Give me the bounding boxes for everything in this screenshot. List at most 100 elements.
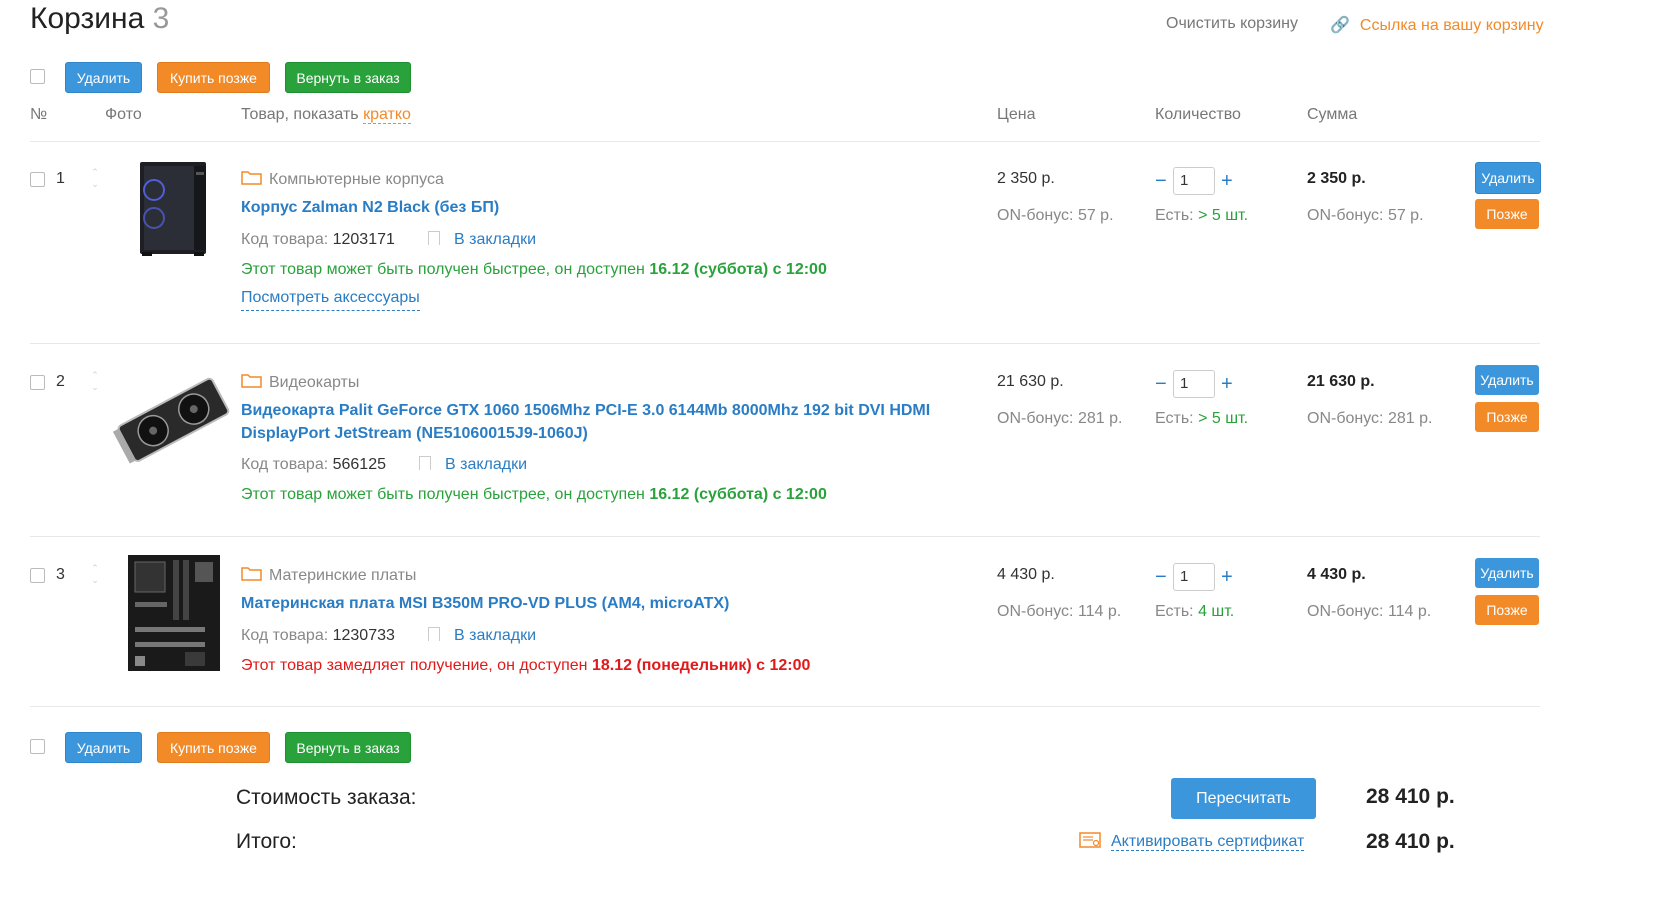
- row-delete-button[interactable]: Удалить: [1475, 365, 1539, 395]
- availability-note: Этот товар может быть получен быстрее, о…: [241, 486, 827, 504]
- share-cart-link[interactable]: 🔗 Ссылка на вашу корзину: [1330, 15, 1544, 35]
- folder-icon: [241, 567, 262, 581]
- col-header-item: Товар, показать кратко: [241, 106, 411, 124]
- row-delete-button[interactable]: Удалить: [1475, 558, 1539, 588]
- item-bonus: ON-бонус: 114 р.: [997, 603, 1122, 620]
- code-label: Код товара:: [241, 627, 329, 644]
- sort-arrows-icon[interactable]: ⌃ ⌄: [90, 166, 100, 190]
- graphics-card-image: [112, 377, 230, 464]
- product-photo-motherboard[interactable]: [125, 552, 223, 674]
- delete-selected-button-bottom[interactable]: Удалить: [65, 732, 142, 763]
- item-sum: 4 430 р.: [1307, 566, 1366, 583]
- row-number: 2: [56, 373, 65, 390]
- product-title-link[interactable]: Корпус Zalman N2 Black (без БП): [241, 196, 499, 219]
- link-icon: 🔗: [1330, 17, 1350, 34]
- share-cart-label: Ссылка на вашу корзину: [1359, 17, 1544, 34]
- row-divider: [30, 343, 1540, 344]
- row-divider: [30, 706, 1540, 707]
- availability-date: 16.12 (суббота) с 12:00: [649, 486, 827, 503]
- qty-increase-button[interactable]: +: [1221, 567, 1233, 587]
- bookmark-link[interactable]: В закладки: [428, 627, 536, 645]
- item-sum-bonus: ON-бонус: 114 р.: [1307, 603, 1432, 620]
- clear-cart-link[interactable]: Очистить корзину: [1166, 15, 1298, 33]
- col-header-photo: Фото: [105, 106, 142, 123]
- bookmark-label: В закладки: [454, 627, 537, 644]
- item-sum: 21 630 р.: [1307, 373, 1375, 390]
- qty-increase-button[interactable]: +: [1221, 171, 1233, 191]
- item-price: 2 350 р.: [997, 170, 1055, 187]
- total-value: 28 410 р.: [1366, 830, 1455, 853]
- row-divider: [30, 536, 1540, 537]
- qty-input[interactable]: 1: [1173, 167, 1215, 195]
- product-photo-case[interactable]: [132, 158, 214, 258]
- header-divider: [30, 141, 1540, 142]
- product-title-link[interactable]: Видеокарта Palit GeForce GTX 1060 1506Mh…: [241, 399, 930, 445]
- stock-status: Есть: > 5 шт.: [1155, 410, 1248, 428]
- stock-value: > 5 шт.: [1198, 410, 1249, 427]
- row-later-button[interactable]: Позже: [1475, 199, 1539, 229]
- sort-arrows-icon[interactable]: ⌃ ⌄: [90, 369, 100, 393]
- folder-icon: [241, 374, 262, 388]
- category-label: Материнские платы: [269, 567, 417, 584]
- product-photo-gpu[interactable]: [112, 366, 234, 472]
- row-number: 1: [56, 170, 65, 187]
- certificate-link[interactable]: Активировать сертификат: [1079, 831, 1305, 851]
- qty-decrease-button[interactable]: −: [1155, 374, 1167, 394]
- product-category[interactable]: Видеокарты: [241, 373, 359, 392]
- qty-decrease-button[interactable]: −: [1155, 171, 1167, 191]
- select-all-checkbox[interactable]: [30, 69, 45, 84]
- product-category[interactable]: Компьютерные корпуса: [241, 170, 444, 189]
- code-label: Код товара:: [241, 231, 329, 248]
- page-title-text: Корзина: [30, 2, 145, 35]
- select-all-checkbox-bottom[interactable]: [30, 739, 45, 754]
- bookmark-label: В закладки: [454, 231, 537, 248]
- qty-increase-button[interactable]: +: [1221, 374, 1233, 394]
- cart-count: 3: [152, 2, 170, 35]
- stock-label: Есть:: [1155, 603, 1194, 620]
- col-header-price: Цена: [997, 106, 1036, 123]
- bookmark-link[interactable]: В закладки: [428, 231, 536, 249]
- product-category[interactable]: Материнские платы: [241, 566, 416, 585]
- code-value: 1203171: [332, 231, 395, 248]
- folder-icon: [241, 171, 262, 185]
- item-sum: 2 350 р.: [1307, 170, 1366, 187]
- show-brief-link[interactable]: кратко: [363, 106, 411, 124]
- row-checkbox[interactable]: [30, 568, 45, 583]
- delete-selected-button[interactable]: Удалить: [65, 62, 142, 93]
- stock-label: Есть:: [1155, 207, 1194, 224]
- certificate-label: Активировать сертификат: [1111, 833, 1305, 851]
- view-accessories-link[interactable]: Посмотреть аксессуары: [241, 289, 420, 311]
- availability-note: Этот товар замедляет получение, он досту…: [241, 657, 810, 675]
- sort-arrows-icon[interactable]: ⌃ ⌄: [90, 562, 100, 586]
- col-header-sum: Сумма: [1307, 106, 1358, 123]
- availability-note: Этот товар может быть получен быстрее, о…: [241, 261, 827, 279]
- col-header-qty: Количество: [1155, 106, 1241, 123]
- bookmark-link[interactable]: В закладки: [419, 456, 527, 474]
- row-later-button[interactable]: Позже: [1475, 595, 1539, 625]
- stock-value: > 5 шт.: [1198, 207, 1249, 224]
- availability-text: Этот товар может быть получен быстрее, о…: [241, 261, 645, 278]
- stock-status: Есть: 4 шт.: [1155, 603, 1234, 621]
- qty-input[interactable]: 1: [1173, 563, 1215, 591]
- row-checkbox[interactable]: [30, 172, 45, 187]
- product-title-link[interactable]: Материнская плата MSI B350M PRO-VD PLUS …: [241, 592, 729, 615]
- qty-decrease-button[interactable]: −: [1155, 567, 1167, 587]
- qty-input[interactable]: 1: [1173, 370, 1215, 398]
- category-label: Видеокарты: [269, 374, 360, 391]
- availability-date: 16.12 (суббота) с 12:00: [649, 261, 827, 278]
- order-cost-value: 28 410 р.: [1366, 785, 1455, 808]
- stock-status: Есть: > 5 шт.: [1155, 207, 1248, 225]
- col-header-num: №: [30, 106, 48, 123]
- order-cost-label: Стоимость заказа:: [236, 786, 417, 809]
- row-later-button[interactable]: Позже: [1475, 402, 1539, 432]
- row-delete-button[interactable]: Удалить: [1475, 162, 1541, 194]
- recalculate-button[interactable]: Пересчитать: [1171, 778, 1316, 819]
- buy-later-button[interactable]: Купить позже: [157, 62, 270, 93]
- return-to-order-button[interactable]: Вернуть в заказ: [285, 62, 411, 93]
- stock-value: 4 шт.: [1198, 603, 1235, 620]
- product-code: Код товара: 566125: [241, 456, 386, 474]
- bookmark-icon: [428, 627, 440, 641]
- row-checkbox[interactable]: [30, 375, 45, 390]
- buy-later-button-bottom[interactable]: Купить позже: [157, 732, 270, 763]
- return-to-order-button-bottom[interactable]: Вернуть в заказ: [285, 732, 411, 763]
